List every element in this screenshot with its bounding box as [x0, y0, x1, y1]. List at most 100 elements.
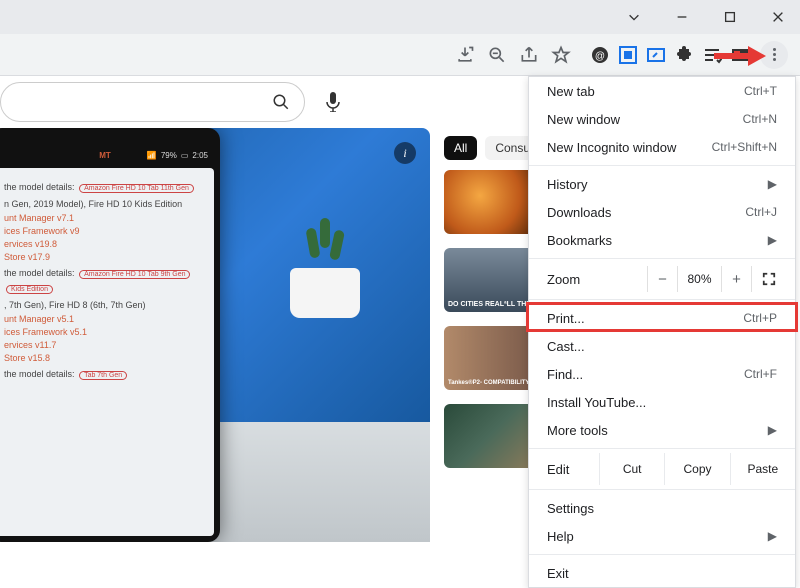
tablet-tag1: Amazon Fire HD 10 Tab 11th Gen — [79, 184, 194, 193]
menu-label: New tab — [547, 84, 595, 99]
menu-label: Find... — [547, 367, 583, 382]
window-titlebar — [0, 0, 800, 34]
menu-help[interactable]: Help ▶ — [529, 522, 795, 550]
search-input[interactable] — [0, 82, 305, 122]
menu-edit: Edit Cut Copy Paste — [529, 453, 795, 485]
zoom-in-button[interactable]: + — [721, 266, 751, 292]
menu-install-youtube[interactable]: Install YouTube... — [529, 388, 795, 416]
tablet-item: ervices v11.7 — [4, 340, 206, 350]
menu-shortcut: Ctrl+P — [743, 311, 777, 325]
menu-label: History — [547, 177, 587, 192]
menu-new-tab[interactable]: New tab Ctrl+T — [529, 77, 795, 105]
tablet-sec4: , 7th Gen), Fire HD 8 (6th, 7th Gen) — [4, 300, 206, 310]
menu-label: Exit — [547, 566, 569, 581]
tablet-tag3b: Kids Edition — [6, 285, 53, 294]
extensions-puzzle-icon[interactable] — [674, 45, 694, 65]
annotation-arrow — [714, 44, 766, 73]
menu-label: Bookmarks — [547, 233, 612, 248]
submenu-arrow-icon: ▶ — [768, 529, 777, 543]
voice-search-button[interactable] — [315, 84, 351, 120]
menu-history[interactable]: History ▶ — [529, 170, 795, 198]
tablet-screen: the model details: Amazon Fire HD 10 Tab… — [0, 168, 214, 536]
zoom-label: Zoom — [547, 272, 647, 287]
video-tablet: MT 📶79%▭2:05 the model details: Amazon F… — [0, 128, 220, 542]
tablet-item: unt Manager v5.1 — [4, 314, 206, 324]
tab-caret-icon[interactable] — [620, 3, 648, 31]
menu-cast[interactable]: Cast... — [529, 332, 795, 360]
zoom-value: 80% — [677, 266, 721, 292]
menu-shortcut: Ctrl+Shift+N — [712, 140, 777, 154]
tablet-sec1: the model details: — [4, 182, 75, 192]
search-icon — [272, 93, 290, 111]
share-icon[interactable] — [518, 44, 540, 66]
menu-shortcut: Ctrl+F — [744, 367, 777, 381]
chip-all[interactable]: All — [444, 136, 477, 160]
menu-label: Cast... — [547, 339, 585, 354]
submenu-arrow-icon: ▶ — [768, 233, 777, 247]
menu-label: Print... — [547, 311, 585, 326]
browser-toolbar: @ — [0, 34, 800, 76]
extension-icon-2[interactable] — [618, 45, 638, 65]
video-player[interactable]: MT 📶79%▭2:05 the model details: Amazon F… — [0, 128, 430, 542]
menu-shortcut: Ctrl+J — [745, 205, 777, 219]
menu-more-tools[interactable]: More tools ▶ — [529, 416, 795, 444]
menu-bookmarks[interactable]: Bookmarks ▶ — [529, 226, 795, 254]
tablet-sec5: the model details: — [4, 369, 75, 379]
tablet-tag5: Tab 7th Gen — [79, 371, 127, 380]
close-button[interactable] — [764, 3, 792, 31]
svg-text:@: @ — [595, 51, 605, 62]
zoom-out-button[interactable]: − — [647, 266, 677, 292]
menu-label: Settings — [547, 501, 594, 516]
tablet-item: Store v15.8 — [4, 353, 206, 363]
menu-label: Downloads — [547, 205, 611, 220]
maximize-button[interactable] — [716, 3, 744, 31]
edit-paste-button[interactable]: Paste — [730, 453, 795, 485]
submenu-arrow-icon: ▶ — [768, 423, 777, 437]
filter-chips: All Consu — [444, 136, 540, 160]
fullscreen-button[interactable] — [751, 266, 785, 292]
video-thumbnail-4[interactable] — [444, 404, 534, 468]
menu-exit[interactable]: Exit — [529, 559, 795, 587]
sidebar-column: All Consu — [430, 128, 540, 542]
minimize-button[interactable] — [668, 3, 696, 31]
tablet-statusbar: MT 📶79%▭2:05 — [0, 146, 214, 164]
tablet-sec2: n Gen, 2019 Model), Fire HD 10 Kids Edit… — [4, 199, 206, 209]
menu-settings[interactable]: Settings — [529, 494, 795, 522]
submenu-arrow-icon: ▶ — [768, 177, 777, 191]
menu-new-window[interactable]: New window Ctrl+N — [529, 105, 795, 133]
menu-downloads[interactable]: Downloads Ctrl+J — [529, 198, 795, 226]
menu-label: New window — [547, 112, 620, 127]
tablet-brand: MT — [99, 151, 111, 160]
edit-cut-button[interactable]: Cut — [599, 453, 664, 485]
edit-copy-button[interactable]: Copy — [664, 453, 729, 485]
chrome-menu: New tab Ctrl+T New window Ctrl+N New Incog… — [528, 76, 796, 588]
menu-incognito[interactable]: New Incognito window Ctrl+Shift+N — [529, 133, 795, 161]
menu-shortcut: Ctrl+T — [744, 84, 777, 98]
video-plant-pot — [290, 268, 360, 318]
menu-label: More tools — [547, 423, 608, 438]
video-thumbnail-1[interactable] — [444, 170, 534, 234]
menu-shortcut: Ctrl+N — [743, 112, 777, 126]
install-icon[interactable] — [454, 44, 476, 66]
video-thumbnail-2[interactable] — [444, 248, 534, 312]
tablet-tag3: Amazon Fire HD 10 Tab 9th Gen — [79, 270, 190, 279]
tablet-item: unt Manager v7.1 — [4, 213, 206, 223]
tablet-battery: 79% — [161, 151, 177, 160]
bookmark-star-icon[interactable] — [550, 44, 572, 66]
extension-icon-3[interactable] — [646, 45, 666, 65]
zoom-out-icon[interactable] — [486, 44, 508, 66]
tablet-item: ices Framework v9 — [4, 226, 206, 236]
menu-print[interactable]: Print... Ctrl+P — [529, 304, 795, 332]
tablet-item: Store v17.9 — [4, 252, 206, 262]
menu-label: Help — [547, 529, 574, 544]
video-info-icon[interactable]: i — [394, 142, 416, 164]
menu-label: New Incognito window — [547, 140, 676, 155]
tablet-time: 2:05 — [192, 151, 208, 160]
video-thumbnail-3[interactable] — [444, 326, 534, 390]
tablet-item: ervices v19.8 — [4, 239, 206, 249]
tablet-item: ices Framework v5.1 — [4, 327, 206, 337]
extension-icon-1[interactable]: @ — [590, 45, 610, 65]
tablet-sec3: the model details: — [4, 268, 75, 278]
edit-label: Edit — [529, 453, 599, 485]
menu-find[interactable]: Find... Ctrl+F — [529, 360, 795, 388]
